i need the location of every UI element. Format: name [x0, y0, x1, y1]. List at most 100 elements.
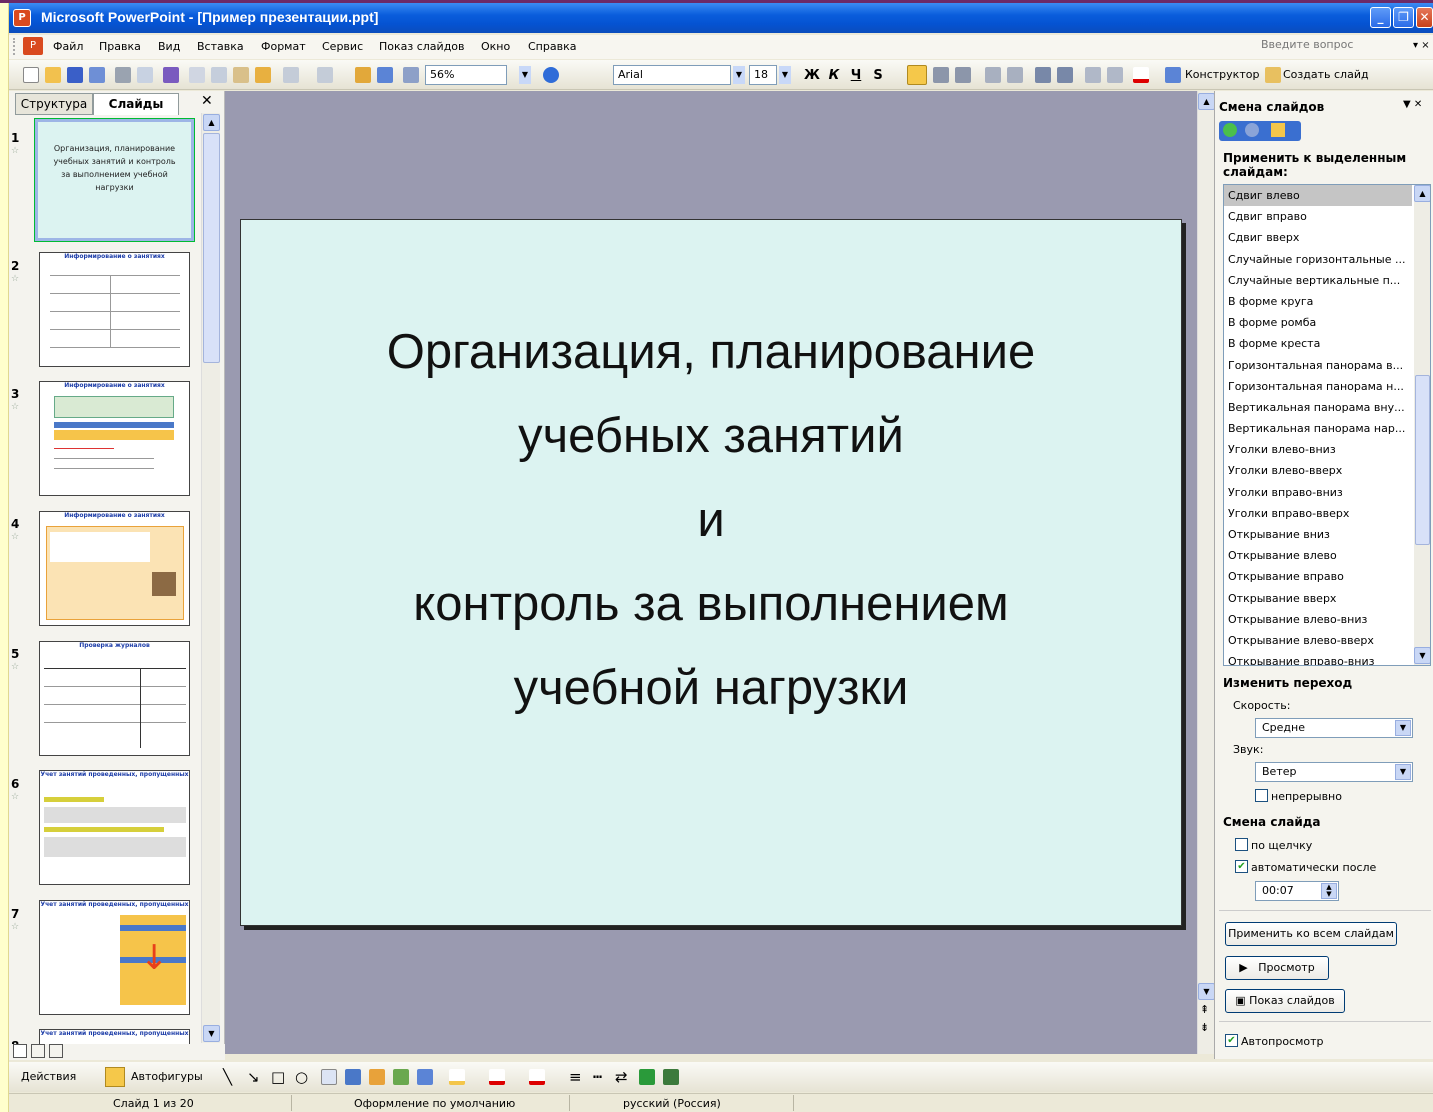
transition-option[interactable]: Случайные горизонтальные ... [1224, 249, 1412, 270]
apply-all-button[interactable]: Применить ко всем слайдам [1225, 922, 1397, 946]
home-icon[interactable] [1271, 123, 1285, 137]
chevron-down-icon[interactable]: ▼ [1395, 720, 1411, 736]
close-button[interactable]: ✕ [1416, 7, 1433, 28]
loop-checkbox[interactable] [1255, 789, 1268, 802]
slide-title-line[interactable]: контроль за выполнением [241, 576, 1181, 632]
font-combo[interactable]: Arial [613, 65, 731, 85]
align-left-icon[interactable] [907, 65, 927, 85]
transition-option[interactable]: Сдвиг вверх [1224, 227, 1412, 248]
on-click-checkbox[interactable] [1235, 838, 1248, 851]
slide-thumbnail[interactable]: Организация, планирование учебных заняти… [34, 118, 195, 242]
transition-option[interactable]: Вертикальная панорама вну... [1224, 397, 1412, 418]
scroll-down-icon[interactable]: ▼ [203, 1025, 220, 1042]
current-slide[interactable]: Организация, планирование учебных заняти… [240, 219, 1182, 926]
permission-icon[interactable] [89, 67, 105, 83]
arrow-icon[interactable]: ↘ [247, 1068, 260, 1086]
font-size-dropdown-icon[interactable]: ▼ [779, 66, 791, 84]
line-icon[interactable]: ╲ [223, 1068, 232, 1086]
cut-icon[interactable] [189, 67, 205, 83]
menu-file[interactable]: Файл [53, 40, 83, 53]
transition-option[interactable]: Горизонтальная панорама в... [1224, 355, 1412, 376]
increase-font-icon[interactable] [1035, 67, 1051, 83]
actions-menu[interactable]: Действия [21, 1070, 76, 1083]
ask-question-input[interactable]: Введите вопрос [1261, 38, 1411, 51]
scroll-up-icon[interactable]: ▲ [1198, 93, 1215, 110]
help-icon[interactable] [543, 67, 559, 83]
scroll-thumb[interactable] [1415, 375, 1430, 545]
transition-option[interactable]: Уголки вправо-вверх [1224, 503, 1412, 524]
transition-option[interactable]: Открывание вправо-вниз [1224, 651, 1412, 665]
slide-title-line[interactable]: учебной нагрузки [241, 660, 1181, 716]
spinner-arrows-icon[interactable]: ▲ ▼ [1321, 883, 1337, 899]
designer-icon[interactable] [1165, 67, 1181, 83]
slideshow-view-icon[interactable] [49, 1044, 63, 1058]
autopreview-checkbox[interactable]: ✔ [1225, 1034, 1238, 1047]
auto-advance-checkbox[interactable]: ✔ [1235, 860, 1248, 873]
close-panel-icon[interactable]: ✕ [201, 93, 213, 109]
transition-option[interactable]: Сдвиг влево [1224, 185, 1412, 207]
menu-view[interactable]: Вид [158, 40, 180, 53]
undo-icon[interactable] [283, 67, 299, 83]
autoshapes-menu[interactable]: Автофигуры [131, 1070, 203, 1083]
scroll-thumb[interactable] [203, 133, 220, 363]
menu-insert[interactable]: Вставка [197, 40, 244, 53]
slide-thumbnail[interactable]: Информирование о занятиях [39, 511, 190, 626]
print-preview-icon[interactable] [137, 67, 153, 83]
powerpoint-app-icon[interactable]: P [13, 9, 31, 27]
menu-slideshow[interactable]: Показ слайдов [379, 40, 465, 53]
redo-icon[interactable] [317, 67, 333, 83]
speed-select[interactable]: Средне ▼ [1255, 718, 1413, 738]
zoom-dropdown-icon[interactable]: ▼ [519, 66, 531, 84]
slide-area-scrollbar[interactable]: ▲ ▼ ⇞ ⇟ [1197, 91, 1215, 1054]
menu-help[interactable]: Справка [528, 40, 576, 53]
oval-icon[interactable]: ○ [295, 1068, 308, 1086]
new-slide-icon[interactable] [1265, 67, 1281, 83]
task-pane-menu-icon[interactable]: ▼ ✕ [1403, 99, 1422, 110]
rectangle-icon[interactable]: □ [271, 1068, 285, 1086]
transition-option[interactable]: Уголки влево-вверх [1224, 460, 1412, 481]
scroll-down-icon[interactable]: ▼ [1198, 983, 1215, 1000]
transition-option[interactable]: Открывание влево-вниз [1224, 609, 1412, 630]
align-right-icon[interactable] [955, 67, 971, 83]
fill-color-icon[interactable] [449, 1069, 465, 1085]
transition-option[interactable]: Открывание вправо [1224, 566, 1412, 587]
slide-thumbnail[interactable]: Учет занятий проведенных, пропущенных ↓ [39, 900, 190, 1015]
numbering-icon[interactable] [985, 67, 1001, 83]
print-icon[interactable] [115, 67, 131, 83]
transition-option[interactable]: Сдвиг вправо [1224, 206, 1412, 227]
transition-list[interactable]: Сдвиг влево Сдвиг вправо Сдвиг вверх Случай… [1223, 184, 1431, 666]
menu-edit[interactable]: Правка [99, 40, 141, 53]
slide-title-line[interactable]: и [241, 492, 1181, 548]
forward-icon[interactable] [1245, 123, 1259, 137]
transition-list-scrollbar[interactable]: ▲ ▼ [1414, 185, 1430, 665]
insert-chart-icon[interactable] [355, 67, 371, 83]
slide-title-line[interactable]: Организация, планирование [241, 324, 1181, 380]
minimize-button[interactable]: _ [1370, 7, 1391, 28]
document-icon[interactable]: P [23, 37, 43, 55]
transition-option[interactable]: Открывание вниз [1224, 524, 1412, 545]
arrow-style-icon[interactable]: ⇄ [615, 1068, 628, 1086]
picture-icon[interactable] [417, 1069, 433, 1085]
menu-format[interactable]: Формат [261, 40, 306, 53]
menu-window[interactable]: Окно [481, 40, 510, 53]
scroll-up-icon[interactable]: ▲ [1414, 185, 1430, 202]
new-document-icon[interactable] [23, 67, 39, 83]
increase-indent-icon[interactable] [1107, 67, 1123, 83]
chevron-down-icon[interactable]: ▼ [1395, 764, 1411, 780]
menu-tools[interactable]: Сервис [322, 40, 363, 53]
tab-slides[interactable]: Слайды [93, 93, 179, 115]
scroll-down-icon[interactable]: ▼ [1414, 647, 1430, 664]
ask-dropdown-icon[interactable]: ▾ × [1413, 40, 1430, 51]
line-color-icon[interactable] [489, 1069, 505, 1085]
preview-button[interactable]: ▶ Просмотр [1225, 956, 1329, 980]
scroll-up-icon[interactable]: ▲ [203, 114, 220, 131]
transition-option[interactable]: В форме круга [1224, 291, 1412, 312]
slide-thumbnail[interactable]: Проверка журналов [39, 641, 190, 756]
transition-option[interactable]: Уголки вправо-вниз [1224, 482, 1412, 503]
slide-thumbnail[interactable]: Учет занятий проведенных, пропущенных [39, 1029, 190, 1044]
align-center-icon[interactable] [933, 67, 949, 83]
transition-option[interactable]: Открывание влево-вверх [1224, 630, 1412, 651]
back-icon[interactable] [1223, 123, 1237, 137]
font-dropdown-icon[interactable]: ▼ [733, 66, 745, 84]
restore-button[interactable]: ❐ [1393, 7, 1414, 28]
